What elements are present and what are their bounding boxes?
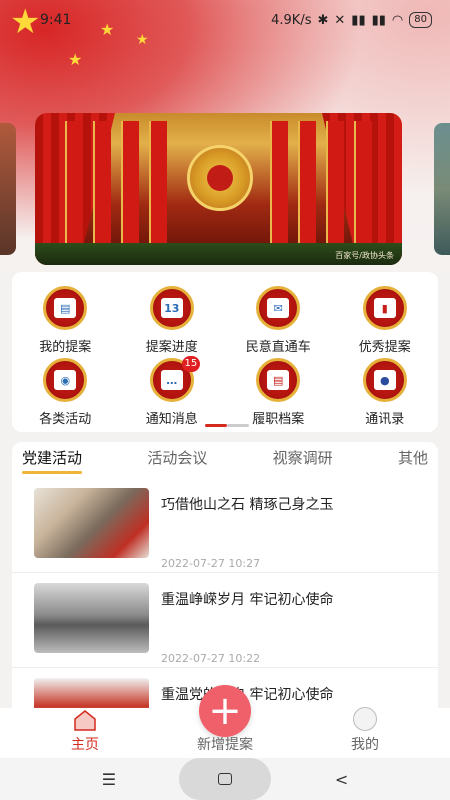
menu-item-activities[interactable]: ◉ 各类活动 <box>12 358 119 430</box>
category-tabs: 党建活动 活动会议 视察调研 其他 <box>12 442 438 478</box>
article-thumbnail <box>34 678 149 710</box>
notification-badge: 15 <box>181 356 201 372</box>
status-time: 9:41 <box>40 12 72 28</box>
menu-item-duty-records[interactable]: ▤ 履职档案 <box>225 358 332 430</box>
tab-other[interactable]: 其他 <box>398 447 428 474</box>
home-icon <box>74 710 96 731</box>
menu-pager <box>205 424 249 427</box>
status-icons: 4.9K/s ✱ ✕ ▮▮ ▮▮ ◠ 80 <box>271 12 432 28</box>
menu-item-my-proposals[interactable]: ▤ 我的提案 <box>12 286 119 358</box>
mute-icon: ✕ <box>334 12 346 28</box>
article-thumbnail <box>34 488 149 558</box>
nav-mine[interactable]: 我的 <box>320 707 410 754</box>
tab-party-building[interactable]: 党建活动 <box>22 447 83 474</box>
person-icon: ● <box>362 358 407 402</box>
menu-icon[interactable]: ☰ <box>102 770 116 789</box>
folder-icon: ▤ <box>256 358 301 402</box>
flags <box>65 121 175 261</box>
article-time: 2022-07-27 10:22 <box>161 652 261 665</box>
signal-icon: ▮▮ <box>371 12 386 28</box>
menu-item-notifications[interactable]: … 15 通知消息 <box>119 356 226 430</box>
menu-item-contacts[interactable]: ● 通讯录 <box>332 358 439 430</box>
tab-inspection[interactable]: 视察调研 <box>273 447 333 474</box>
list-item[interactable]: 重温峥嵘岁月 牢记初心使命 2022-07-27 10:22 <box>12 573 438 668</box>
list-item[interactable]: 巧借他山之石 精琢己身之玉 2022-07-27 10:27 <box>12 478 438 573</box>
nav-add-label: 新增提案 <box>197 737 253 753</box>
banner-prev-slide[interactable] <box>0 123 16 255</box>
article-thumbnail <box>34 583 149 653</box>
article-list: 巧借他山之石 精琢己身之玉 2022-07-27 10:27 重温峥嵘岁月 牢记… <box>12 478 438 710</box>
menu-label: 优秀提案 <box>358 340 411 355</box>
banner-slide[interactable]: 百家号/政协头条 <box>35 113 402 265</box>
cppcc-emblem-icon <box>187 145 253 211</box>
banner-next-slide[interactable] <box>434 123 450 255</box>
status-bar: 9:41 4.9K/s ✱ ✕ ▮▮ ▮▮ ◠ 80 <box>0 0 450 40</box>
mail-icon: ✉ <box>256 286 301 330</box>
function-menu: ▤ 我的提案 13 提案进度 ✉ 民意直通车 ▮ 优秀提案 ◉ 各类活动 … 1… <box>12 272 438 432</box>
menu-label: 通知消息 <box>145 412 198 427</box>
back-icon[interactable]: < <box>335 770 348 789</box>
article-title: 巧借他山之石 精琢己身之玉 <box>161 497 334 513</box>
wifi-icon: ◠ <box>391 12 404 28</box>
article-time: 2022-07-27 10:27 <box>161 557 261 570</box>
signal-icon: ▮▮ <box>351 12 366 28</box>
bluetooth-icon: ✱ <box>317 12 329 28</box>
profile-icon <box>353 707 377 731</box>
nav-home-label: 主页 <box>71 737 99 753</box>
menu-label: 通讯录 <box>365 412 405 427</box>
book-icon: ▮ <box>362 286 407 330</box>
menu-label: 各类活动 <box>39 412 92 427</box>
tab-meetings[interactable]: 活动会议 <box>147 447 207 474</box>
article-title: 重温峥嵘岁月 牢记初心使命 <box>161 592 334 608</box>
banner-carousel[interactable]: 百家号/政协头条 <box>0 113 450 265</box>
add-proposal-button[interactable]: + <box>199 685 251 737</box>
home-button[interactable] <box>179 758 272 800</box>
camera-icon: ◉ <box>43 358 88 402</box>
system-nav-bar: ☰ < <box>0 758 450 800</box>
network-speed: 4.9K/s <box>271 12 312 28</box>
nav-add-proposal[interactable]: 新增提案 <box>180 734 270 754</box>
nav-home[interactable]: 主页 <box>40 709 130 754</box>
banner-caption: 百家号/政协头条 <box>335 251 394 260</box>
menu-label: 履职档案 <box>252 412 305 427</box>
star-icon: ★ <box>68 50 83 69</box>
battery-icon: 80 <box>409 12 432 28</box>
menu-label: 我的提案 <box>39 340 92 355</box>
menu-item-excellent-proposals[interactable]: ▮ 优秀提案 <box>332 286 439 358</box>
menu-item-proposal-progress[interactable]: 13 提案进度 <box>119 286 226 358</box>
menu-label: 提案进度 <box>145 340 198 355</box>
document-icon: ▤ <box>43 286 88 330</box>
calendar-icon: 13 <box>149 286 194 330</box>
menu-label: 民意直通车 <box>245 340 311 355</box>
nav-mine-label: 我的 <box>351 737 379 753</box>
flags <box>262 121 372 261</box>
menu-item-public-opinion[interactable]: ✉ 民意直通车 <box>225 286 332 358</box>
